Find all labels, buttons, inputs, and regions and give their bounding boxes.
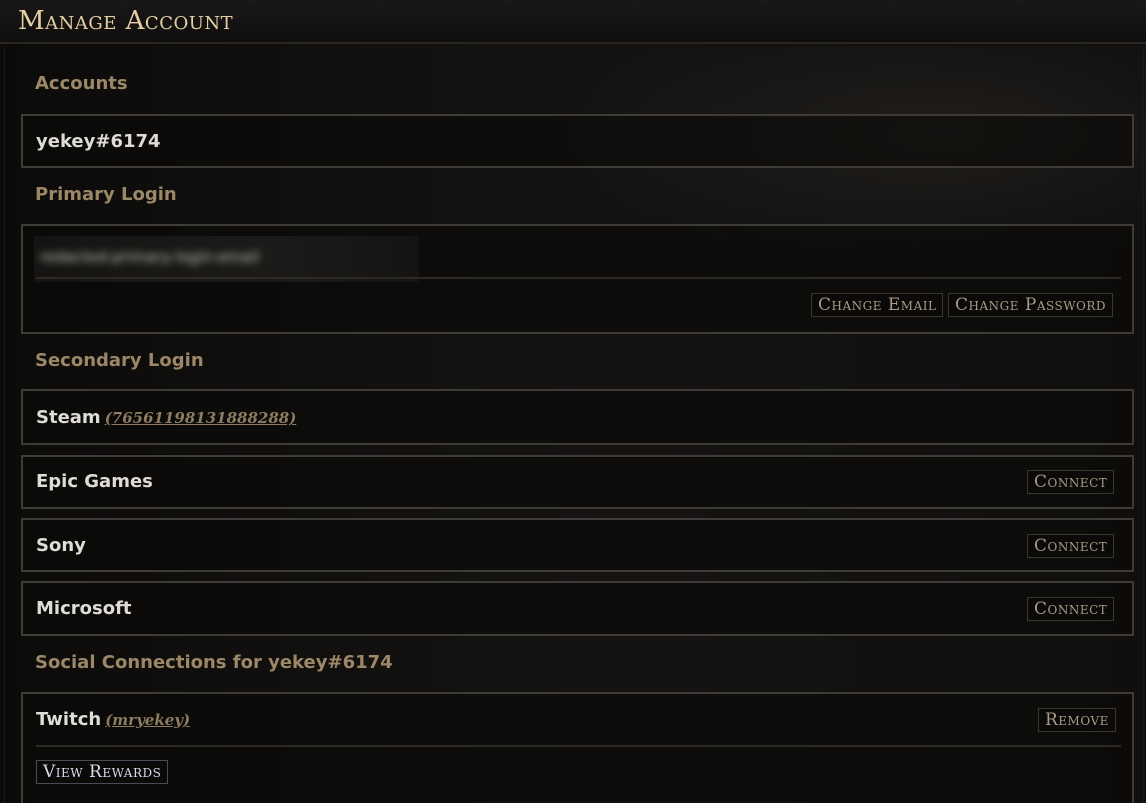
steam-label: Steam xyxy=(36,407,101,428)
twitch-row: Twitch (mryekey) xyxy=(36,709,190,730)
primary-login-box: redacted-primary-login-email Change Emai… xyxy=(21,224,1134,334)
sony-label: Sony xyxy=(36,535,86,556)
twitch-handle-link[interactable]: (mryekey) xyxy=(105,711,190,729)
sony-login-box: Sony Connect xyxy=(21,518,1134,572)
epic-login-box: Epic Games Connect xyxy=(21,455,1134,509)
account-name-box: yekey#6174 xyxy=(21,114,1134,168)
epic-connect-button[interactable]: Connect xyxy=(1027,470,1115,494)
twitch-divider xyxy=(36,745,1121,747)
redacted-email: redacted-primary-login-email xyxy=(34,236,419,282)
primary-login-section-label: Primary Login xyxy=(35,184,177,205)
steam-login-row: Steam (76561198131888288) xyxy=(36,407,296,428)
microsoft-login-box: Microsoft Connect xyxy=(21,581,1134,636)
accounts-section-label: Accounts xyxy=(35,73,128,94)
view-rewards-button[interactable]: View Rewards xyxy=(36,760,169,784)
microsoft-connect-button[interactable]: Connect xyxy=(1027,597,1115,621)
page-title: Manage Account xyxy=(18,6,234,36)
secondary-login-section-label: Secondary Login xyxy=(35,350,204,371)
sony-connect-button[interactable]: Connect xyxy=(1027,534,1115,558)
steam-login-box: Steam (76561198131888288) xyxy=(21,389,1134,445)
change-password-button[interactable]: Change Password xyxy=(948,293,1114,317)
page-header: Manage Account xyxy=(0,0,1146,44)
account-name: yekey#6174 xyxy=(36,131,161,152)
twitch-label: Twitch xyxy=(36,709,102,730)
primary-login-divider xyxy=(36,277,1121,279)
steam-id-link[interactable]: (76561198131888288) xyxy=(105,409,297,427)
social-connections-section-label: Social Connections for yekey#6174 xyxy=(35,652,393,673)
change-email-button[interactable]: Change Email xyxy=(811,293,944,317)
epic-label: Epic Games xyxy=(36,471,153,492)
microsoft-label: Microsoft xyxy=(36,598,132,619)
twitch-remove-button[interactable]: Remove xyxy=(1038,708,1116,732)
manage-account-page: Manage Account Accounts yekey#6174 Prima… xyxy=(0,0,1146,803)
twitch-connection-box: Twitch (mryekey) Remove View Rewards xyxy=(21,692,1134,803)
